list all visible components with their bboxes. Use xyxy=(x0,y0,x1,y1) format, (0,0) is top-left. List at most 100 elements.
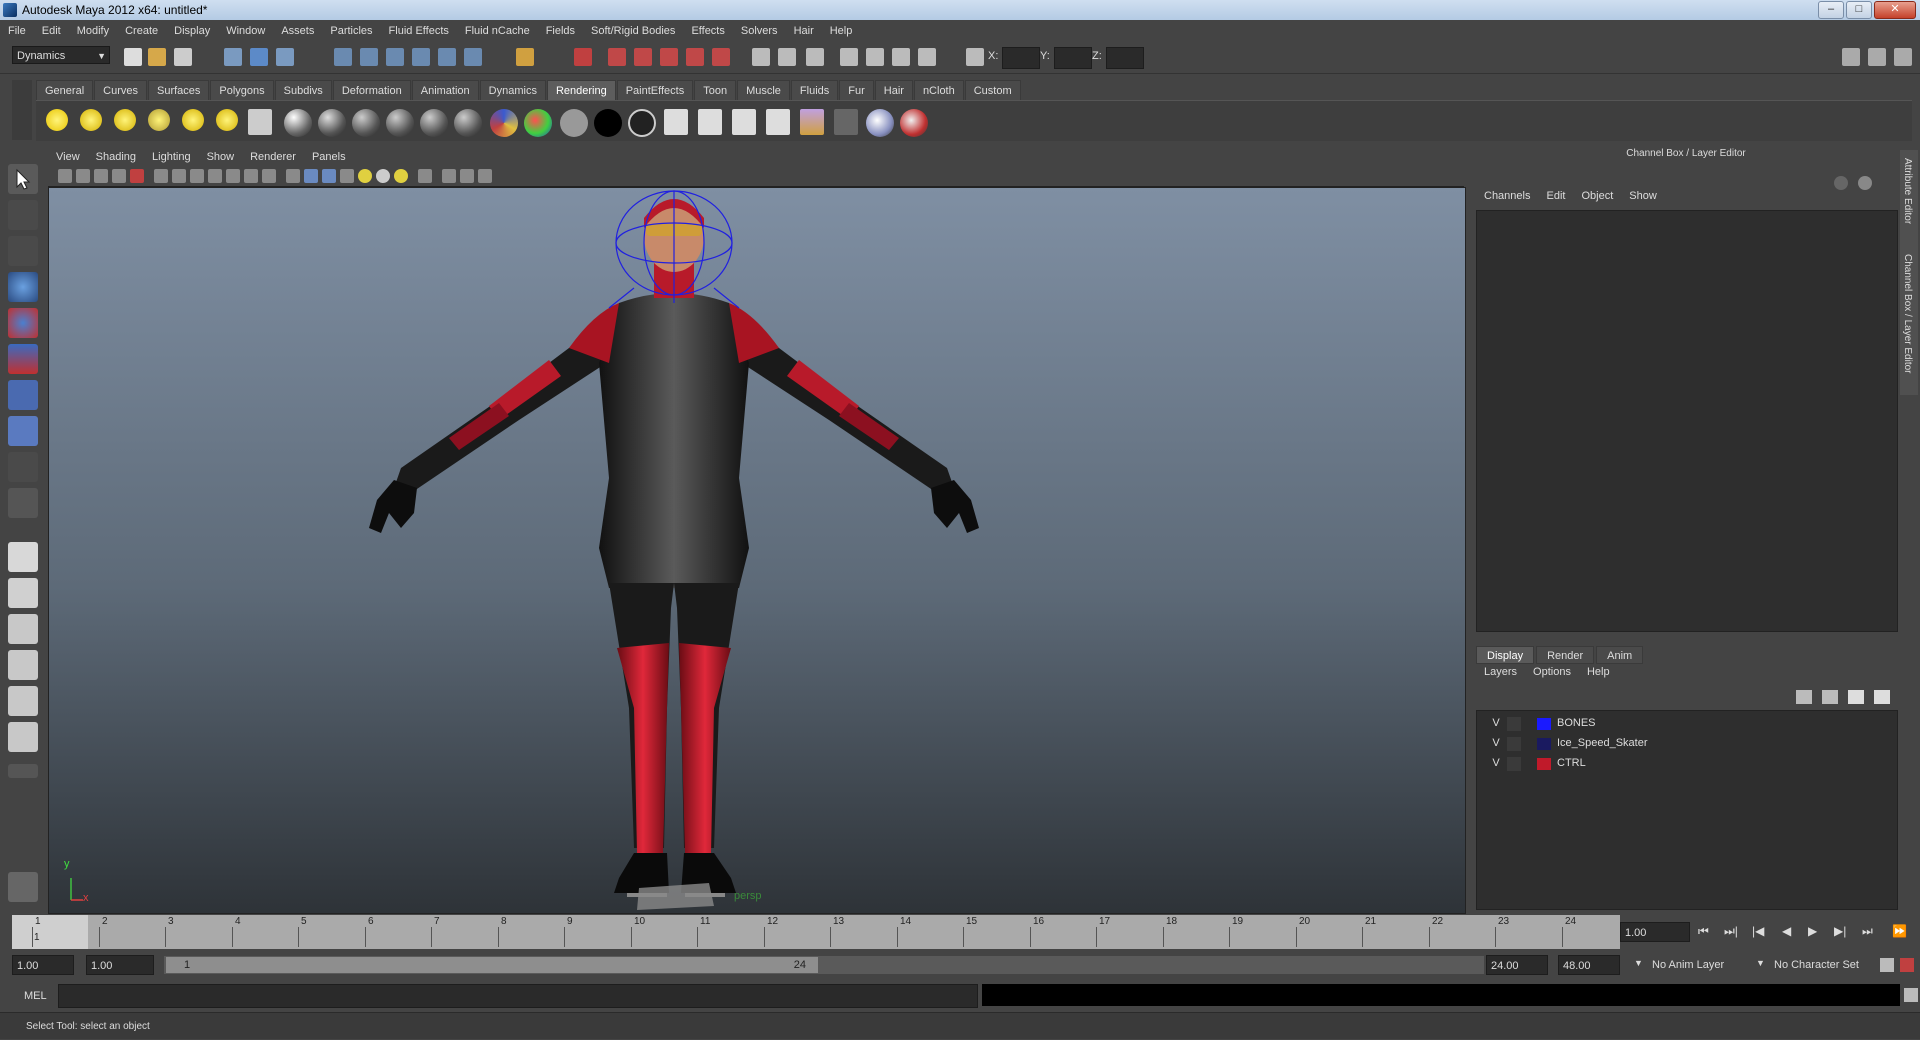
menu-fields[interactable]: Fields xyxy=(538,25,583,37)
open-scene-icon[interactable] xyxy=(148,48,166,66)
render-current-icon[interactable] xyxy=(664,109,688,135)
layout-expand-icon[interactable] xyxy=(8,764,38,778)
channel-box-options-icon[interactable] xyxy=(1834,176,1848,190)
menu-create[interactable]: Create xyxy=(117,25,166,37)
render-view-icon[interactable] xyxy=(712,48,730,66)
viewport-menu-panels[interactable]: Panels xyxy=(304,151,354,163)
menu-display[interactable]: Display xyxy=(166,25,218,37)
anim-prefs-icon[interactable] xyxy=(1900,958,1914,972)
paint-texture-icon[interactable] xyxy=(900,109,928,137)
range-slider-handle[interactable]: 1 24 xyxy=(166,957,818,973)
new-layer-selected-icon[interactable] xyxy=(1874,690,1890,704)
layer-visibility-toggle[interactable]: V xyxy=(1489,757,1503,769)
layer-type-toggle[interactable] xyxy=(1507,757,1521,771)
soft-mod-tool-icon[interactable] xyxy=(8,416,38,446)
menu-edit[interactable]: Edit xyxy=(34,25,69,37)
layer-type-toggle[interactable] xyxy=(1507,737,1521,751)
move-layer-down-icon[interactable] xyxy=(1822,690,1838,704)
layer-color-swatch[interactable] xyxy=(1537,738,1551,750)
viewport-menu-view[interactable]: View xyxy=(48,151,88,163)
render-globals-icon[interactable] xyxy=(766,109,790,135)
channel-box-menu-object[interactable]: Object xyxy=(1573,190,1621,208)
menu-soft-rigid-bodies[interactable]: Soft/Rigid Bodies xyxy=(583,25,683,37)
lasso-tool-icon[interactable] xyxy=(8,200,38,230)
single-perspective-layout-icon[interactable] xyxy=(8,542,38,572)
wireframe-on-shaded-icon[interactable] xyxy=(322,169,336,183)
scale-tool-icon[interactable] xyxy=(8,344,38,374)
y-field[interactable] xyxy=(1054,47,1092,69)
menu-help[interactable]: Help xyxy=(822,25,861,37)
select-camera-icon[interactable] xyxy=(58,169,72,183)
script-editor-icon[interactable] xyxy=(1904,988,1918,1002)
render-frame-icon[interactable] xyxy=(608,48,626,66)
menu-modify[interactable]: Modify xyxy=(69,25,117,37)
render-settings-icon[interactable] xyxy=(660,48,678,66)
show-channel-box-icon[interactable] xyxy=(806,48,824,66)
bookmarks-icon[interactable] xyxy=(94,169,108,183)
smooth-shade-icon[interactable] xyxy=(304,169,318,183)
playback-end-field[interactable]: 24.00 xyxy=(1486,955,1548,975)
character-set-label[interactable]: No Character Set xyxy=(1774,959,1859,971)
last-tool-icon[interactable] xyxy=(8,488,38,518)
range-slider[interactable]: 1 24 xyxy=(164,956,1484,974)
snap-plane-icon[interactable] xyxy=(412,48,430,66)
z-field[interactable] xyxy=(1106,47,1144,69)
menu-effects[interactable]: Effects xyxy=(683,25,732,37)
persp-outliner-layout-icon[interactable] xyxy=(8,614,38,644)
blinn-shader-icon[interactable] xyxy=(284,109,312,137)
time-slider[interactable]: 1 1 2 3 4 5 6 7 8 9 10 11 12 13 14 15 16 17 18 19 20 21 22 23 2… xyxy=(12,915,1620,949)
auto-key-icon[interactable] xyxy=(1880,958,1894,972)
channel-box-pin-icon[interactable] xyxy=(1858,176,1872,190)
shelf-tab-general[interactable]: General xyxy=(36,80,94,100)
move-tool-icon[interactable] xyxy=(8,272,38,302)
shelf-tab-muscle[interactable]: Muscle xyxy=(737,80,790,100)
select-hierarchy-icon[interactable] xyxy=(224,48,242,66)
shelf-tab-fluids[interactable]: Fluids xyxy=(790,80,839,100)
go-to-end-button[interactable]: ⏩ xyxy=(1892,924,1907,938)
shelf-tab-curves[interactable]: Curves xyxy=(94,80,147,100)
minimize-button[interactable]: – xyxy=(1818,1,1844,19)
layer-tab-display[interactable]: Display xyxy=(1476,646,1535,664)
persp-hypergraph-layout-icon[interactable] xyxy=(8,686,38,716)
batch-render-icon[interactable] xyxy=(732,109,756,135)
manipulator-tool-icon[interactable] xyxy=(8,380,38,410)
new-layer-icon[interactable] xyxy=(1848,690,1864,704)
channel-box-menu-show[interactable]: Show xyxy=(1621,190,1665,208)
point-light-icon[interactable] xyxy=(114,109,136,131)
ocean-shader-icon[interactable] xyxy=(524,109,552,137)
select-component-icon[interactable] xyxy=(276,48,294,66)
layer-tab-render[interactable]: Render xyxy=(1536,646,1595,664)
shading-map-icon[interactable] xyxy=(628,109,656,137)
channel-box-toggle-icon[interactable] xyxy=(1894,48,1912,66)
wireframe-icon[interactable] xyxy=(286,169,300,183)
camera-attributes-icon[interactable] xyxy=(76,169,90,183)
anisotropic-shader-icon[interactable] xyxy=(420,109,448,137)
layer-row[interactable]: V Ice_Speed_Skater xyxy=(1481,735,1891,753)
shelf-menu-handle[interactable] xyxy=(12,80,32,140)
relative-transform-icon[interactable] xyxy=(966,48,984,66)
xray-icon[interactable] xyxy=(442,169,456,183)
channel-box-menu-edit[interactable]: Edit xyxy=(1538,190,1573,208)
persp-graph-layout-icon[interactable] xyxy=(8,650,38,680)
menu-hair[interactable]: Hair xyxy=(786,25,822,37)
shelf-tab-toon[interactable]: Toon xyxy=(694,80,737,100)
image-plane-icon[interactable] xyxy=(112,169,126,183)
use-all-lights-icon[interactable] xyxy=(358,169,372,183)
x-field[interactable] xyxy=(1002,47,1040,69)
toggle-panel-icon[interactable] xyxy=(840,48,858,66)
phonge-shader-icon[interactable] xyxy=(386,109,414,137)
select-tool-icon[interactable] xyxy=(8,164,38,194)
shelf-tab-dynamics[interactable]: Dynamics xyxy=(479,80,546,100)
menu-fluid-effects[interactable]: Fluid Effects xyxy=(381,25,457,37)
shadows-icon[interactable] xyxy=(376,169,390,183)
menu-set-select[interactable]: Dynamics ▼ xyxy=(12,46,110,64)
command-language-label[interactable]: MEL xyxy=(24,990,47,1002)
camera-icon[interactable] xyxy=(248,109,272,135)
anim-layer-dropdown-icon[interactable]: ▼ xyxy=(1634,958,1643,968)
new-scene-icon[interactable] xyxy=(124,48,142,66)
lambert-shader-icon[interactable] xyxy=(318,109,346,137)
go-to-start-button[interactable]: ⏮ xyxy=(1698,924,1709,939)
viewport-menu-lighting[interactable]: Lighting xyxy=(144,151,199,163)
step-forward-key-button[interactable]: ⏭ xyxy=(1862,924,1873,939)
layer-row[interactable]: V BONES xyxy=(1481,715,1891,733)
